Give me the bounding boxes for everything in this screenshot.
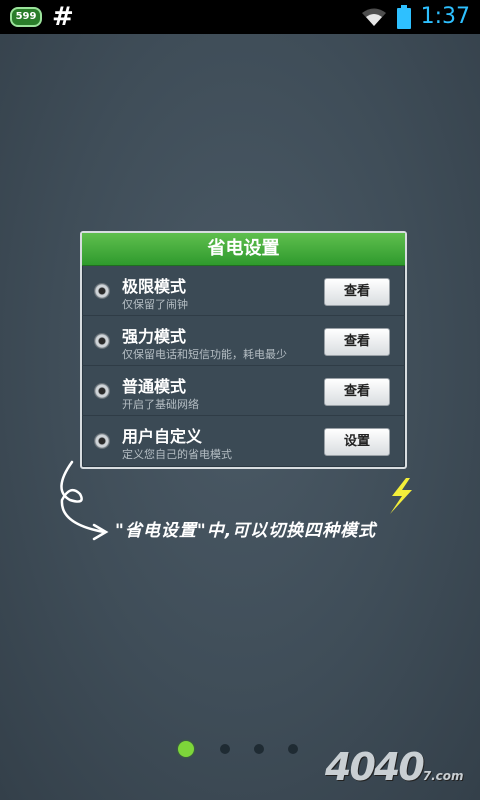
mode-subtitle: 开启了基础网络 [122,398,199,411]
hash-icon: # [52,2,74,32]
watermark-logo: 40407.com [325,745,464,789]
mode-title: 极限模式 [122,277,187,296]
mode-subtitle: 仅保留了闹钟 [122,298,188,311]
page-indicator[interactable] [178,740,308,760]
radio-icon[interactable] [94,333,110,349]
watermark-suffix: 7.com [422,769,464,783]
radio-icon[interactable] [94,383,110,399]
page-dot-2[interactable] [220,744,230,754]
page-dot-3[interactable] [254,744,264,754]
lightning-icon [390,478,412,514]
mode-row-normal[interactable]: 普通模式 开启了基础网络 查看 [82,366,405,416]
status-time: 1:37 [420,4,470,29]
status-right: 1:37 [361,3,470,31]
status-bar: 599 # 1:37 [0,0,480,34]
mode-subtitle: 定义您自己的省电模式 [122,448,232,461]
panel-title: 省电设置 [82,233,405,266]
watermark-brand: 4040 [325,745,425,789]
view-button[interactable]: 查看 [324,328,390,356]
wifi-icon [361,8,386,26]
page-dot-1[interactable] [178,741,194,757]
annotation-text: "省电设置"中,可以切换四种模式 [115,521,377,541]
notification-badge-icon: 599 [10,7,42,27]
page-dot-4[interactable] [288,744,298,754]
mode-title: 普通模式 [122,377,187,396]
status-left: 599 # [10,4,74,30]
power-saving-panel: 省电设置 极限模式 仅保留了闹钟 查看 强力模式 仅保留电话和短信功能，耗电最少… [80,231,407,469]
view-button[interactable]: 查看 [324,378,390,406]
mode-row-custom[interactable]: 用户自定义 定义您自己的省电模式 设置 [82,416,405,465]
mode-row-strong[interactable]: 强力模式 仅保留电话和短信功能，耗电最少 查看 [82,316,405,366]
battery-icon [396,5,411,29]
mode-row-extreme[interactable]: 极限模式 仅保留了闹钟 查看 [82,266,405,316]
view-button[interactable]: 查看 [324,278,390,306]
mode-title: 用户自定义 [122,427,203,446]
mode-title: 强力模式 [122,327,187,346]
mode-subtitle: 仅保留电话和短信功能，耗电最少 [122,348,287,361]
radio-icon[interactable] [94,433,110,449]
radio-icon[interactable] [94,283,110,299]
settings-button[interactable]: 设置 [324,428,390,456]
